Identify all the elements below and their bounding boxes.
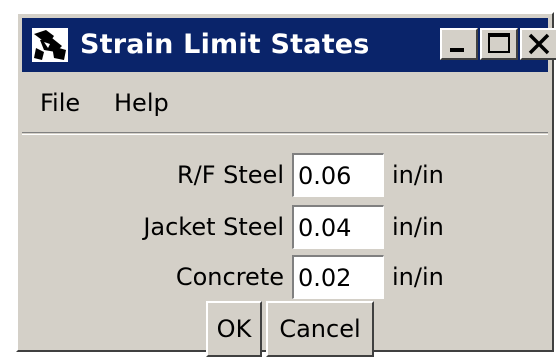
close-icon xyxy=(528,33,550,55)
jacket-steel-input[interactable] xyxy=(292,205,384,249)
concrete-label: Concrete xyxy=(175,263,284,291)
jacket-steel-unit: in/in xyxy=(392,213,444,241)
concrete-input[interactable] xyxy=(292,255,384,299)
concrete-unit: in/in xyxy=(392,263,444,291)
field-row-rf-steel: R/F Steel in/in xyxy=(22,153,548,197)
strain-limit-states-window: Strain Limit States File Help R/F Steel … xyxy=(16,12,556,357)
maximize-icon xyxy=(488,33,510,53)
window-title: Strain Limit States xyxy=(80,29,370,60)
menu-help[interactable]: Help xyxy=(114,88,169,118)
minimize-icon xyxy=(450,48,464,52)
field-row-jacket-steel: Jacket Steel in/in xyxy=(22,205,548,249)
menu-bar: File Help xyxy=(22,76,548,133)
cancel-button[interactable]: Cancel xyxy=(266,301,374,357)
rf-steel-input[interactable] xyxy=(292,153,384,197)
rf-steel-label: R/F Steel xyxy=(176,161,284,189)
maximize-button[interactable] xyxy=(480,28,518,60)
ok-button[interactable]: OK xyxy=(206,301,262,357)
title-bar[interactable]: Strain Limit States xyxy=(22,18,556,72)
field-row-concrete: Concrete in/in xyxy=(22,255,548,299)
menu-file[interactable]: File xyxy=(40,88,80,118)
app-logo-icon[interactable] xyxy=(32,28,68,62)
jacket-steel-label: Jacket Steel xyxy=(143,213,284,241)
form-panel: R/F Steel in/in Jacket Steel in/in Concr… xyxy=(22,134,548,357)
close-button[interactable] xyxy=(520,28,556,60)
rf-steel-unit: in/in xyxy=(392,161,444,189)
minimize-button[interactable] xyxy=(440,28,478,60)
